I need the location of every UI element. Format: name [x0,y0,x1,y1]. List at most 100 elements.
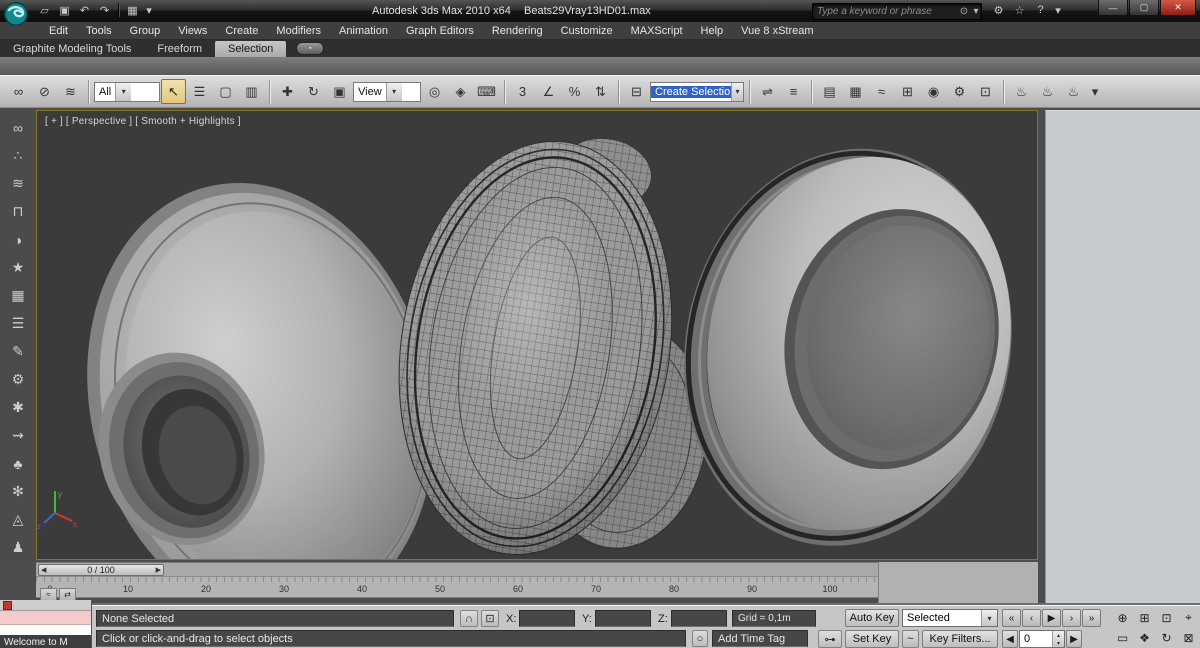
pencil-icon[interactable]: ✎ [6,340,30,363]
menu-edit[interactable]: Edit [40,22,77,40]
key-set-dropdown[interactable]: Selected ▾ [902,609,998,627]
zoom-region-icon[interactable]: ▭ [1112,628,1133,647]
zoom-extents-icon[interactable]: ⊡ [1156,608,1177,627]
track-bar[interactable]: 0 10 20 30 40 50 60 70 80 90 100 [36,577,878,598]
render-iterative-icon[interactable]: ♨ [1035,79,1060,104]
tab-graphite-modeling-tools[interactable]: Graphite Modeling Tools [0,41,144,57]
menu-views[interactable]: Views [169,22,216,40]
z-coordinate-field[interactable] [671,610,727,627]
select-scale-icon[interactable]: ▣ [327,79,352,104]
layer-manager-icon[interactable]: ▤ [817,79,842,104]
set-key-button[interactable]: Set Key [845,630,899,648]
maxscript-mini-listener[interactable]: Welcome to M [0,600,92,648]
render-production-icon[interactable]: ♨ [1009,79,1034,104]
named-selection-dropdown[interactable]: Create Selection Se ▾ [650,82,744,102]
zoom-icon[interactable]: ⊕ [1112,608,1133,627]
burst-icon[interactable]: ✱ [6,396,30,419]
menu-help[interactable]: Help [692,22,733,40]
workspace-icon[interactable]: ▦ [124,2,141,18]
search-dropdown-icon[interactable]: ▾ [971,5,981,18]
maximize-button[interactable]: ▢ [1129,0,1159,16]
menu-customize[interactable]: Customize [552,22,622,40]
favorites-star-icon[interactable]: ☆ [1011,2,1028,18]
help-icon[interactable]: ? [1032,2,1049,18]
earcushion-model-smooth[interactable] [648,118,1037,559]
redo-icon[interactable]: ↷ [96,2,113,18]
spinner-up-icon[interactable]: ▴ [1053,631,1064,639]
y-coordinate-field[interactable] [595,610,651,627]
auto-key-button[interactable]: Auto Key [845,609,899,627]
select-link-icon[interactable]: ∞ [6,79,31,104]
settings-icon[interactable]: ⚙ [990,2,1007,18]
frame-spinner[interactable]: ▴ ▾ [1052,631,1064,647]
prism-icon[interactable]: ◬ [6,508,30,531]
viewport-canvas[interactable]: y x z [37,111,1037,559]
search-input[interactable] [813,6,957,17]
menu-create[interactable]: Create [216,22,267,40]
schematic-view-icon[interactable]: ⊞ [895,79,920,104]
reference-coordinate-dropdown[interactable]: View ▾ [353,82,421,102]
selection-filter-dropdown[interactable]: All ▾ [94,82,160,102]
search-icon[interactable]: ⊙ [957,5,971,18]
angle-snap-icon[interactable]: ∠ [536,79,561,104]
pan-icon[interactable]: ❖ [1134,628,1155,647]
material-editor-icon[interactable]: ◉ [921,79,946,104]
sphere-icon[interactable]: ◑ [6,228,30,251]
select-move-icon[interactable]: ✚ [275,79,300,104]
menu-vue-xstream[interactable]: Vue 8 xStream [732,22,822,40]
menu-rendering[interactable]: Rendering [483,22,552,40]
toolbar-overflow-icon[interactable]: ▾ [1087,79,1103,104]
selection-region-icon[interactable]: ▢ [213,79,238,104]
chevron-down-icon[interactable]: ▾ [731,83,743,101]
previous-key-button[interactable]: ◀ [1002,630,1018,648]
window-crossing-icon[interactable]: ▥ [239,79,264,104]
3ds-max-logo-icon[interactable] [3,1,29,27]
figure-icon[interactable]: ♟ [6,536,30,559]
time-slider-track[interactable]: ◀ 0 / 100 ▶ [36,562,878,577]
set-keys-key-icon[interactable]: ⊶ [818,630,842,648]
previous-frame-arrow-icon[interactable]: ◀ [41,566,46,574]
bind-spacewarp-icon[interactable]: ≋ [58,79,83,104]
open-file-icon[interactable]: ▱ [36,2,53,18]
graphite-ribbon-icon[interactable]: ▦ [843,79,868,104]
selection-lock-icon[interactable]: ∩ [460,610,478,627]
maximize-viewport-icon[interactable]: ⊠ [1178,628,1199,647]
snowflake-icon[interactable]: ✻ [6,480,30,503]
time-slider-handle[interactable]: ◀ 0 / 100 ▶ [38,564,164,576]
go-to-end-button[interactable]: » [1082,609,1101,627]
x-coordinate-field[interactable] [519,610,575,627]
activeshade-icon[interactable]: ♨ [1061,79,1086,104]
percent-snap-icon[interactable]: % [562,79,587,104]
select-rotate-icon[interactable]: ↻ [301,79,326,104]
orbit-icon[interactable]: ↻ [1156,628,1177,647]
chevron-down-icon[interactable]: ▾ [981,610,997,626]
menu-modifiers[interactable]: Modifiers [267,22,330,40]
rendered-frame-icon[interactable]: ⊡ [973,79,998,104]
menu-tools[interactable]: Tools [77,22,121,40]
save-file-icon[interactable]: ▣ [56,2,73,18]
key-filters-button[interactable]: Key Filters... [922,630,998,648]
help-dropdown-icon[interactable]: ▾ [1053,2,1063,18]
keyboard-override-icon[interactable]: ⌨ [474,79,499,104]
minimize-button[interactable]: — [1098,0,1128,16]
command-panel[interactable] [1045,110,1200,605]
add-time-tag-field[interactable]: Add Time Tag [712,630,808,647]
align-icon[interactable]: ≡ [781,79,806,104]
chevron-down-icon[interactable]: ▾ [115,83,131,101]
next-frame-arrow-icon[interactable]: ▶ [156,566,161,574]
listener-script-row[interactable] [0,625,91,635]
spinner-down-icon[interactable]: ▾ [1053,639,1064,647]
chevron-down-icon[interactable]: ▾ [386,83,402,101]
close-button[interactable]: ✕ [1160,0,1196,16]
bridge-icon[interactable]: ⊓ [6,200,30,223]
unlink-icon[interactable]: ⊘ [32,79,57,104]
select-object-icon[interactable]: ↖ [161,79,186,104]
stack-icon[interactable]: ☰ [6,312,30,335]
default-tangent-icon[interactable]: ~ [902,630,919,648]
ribbon-toggle-button[interactable]: ▪ [296,42,324,55]
undo-icon[interactable]: ↶ [76,2,93,18]
menu-graph-editors[interactable]: Graph Editors [397,22,483,40]
mirror-icon[interactable]: ⇌ [755,79,780,104]
perspective-viewport[interactable]: y x z [ + ] [ Perspective ] [ Smooth + H… [36,110,1038,560]
zoom-extents-all-icon[interactable]: ⌖ [1178,608,1199,627]
